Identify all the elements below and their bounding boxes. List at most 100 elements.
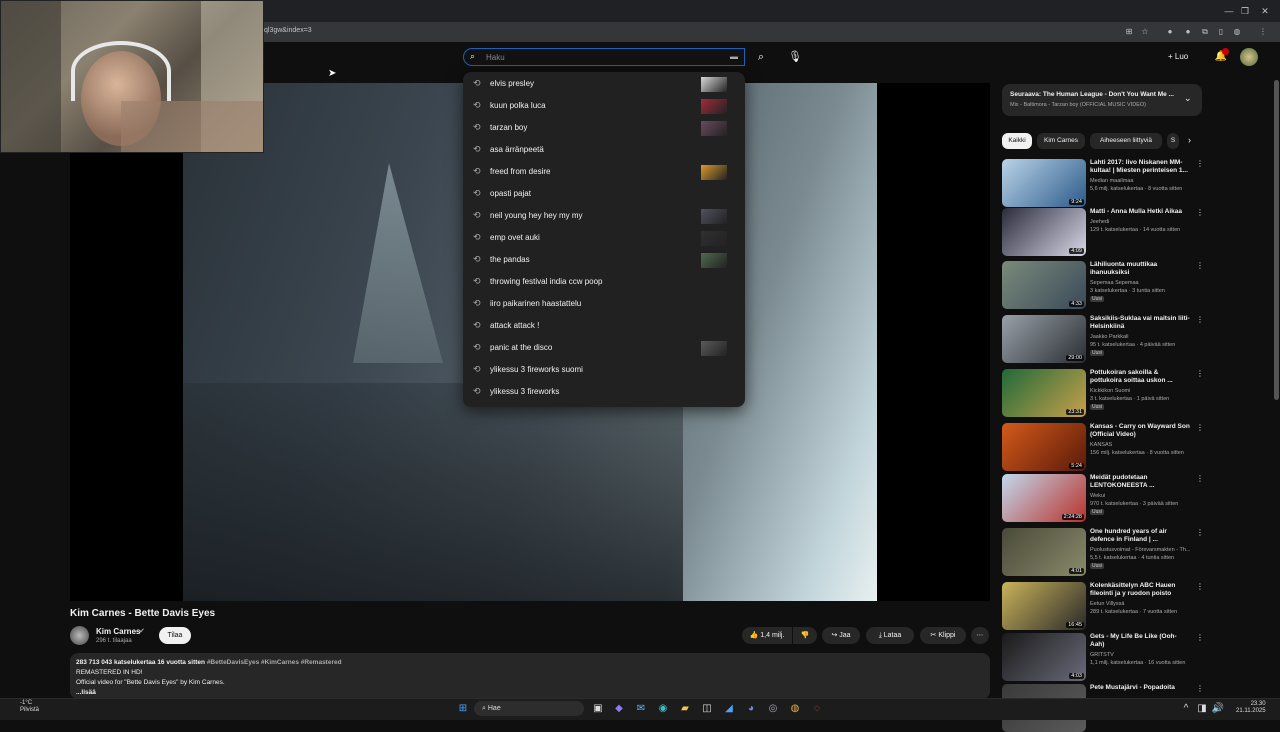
recommendation-channel[interactable]: Jeehedi — [1090, 218, 1200, 226]
download-button[interactable]: ⤓ Lataa — [866, 627, 914, 644]
search-suggestion-item[interactable]: ⟲ asa ärränpeetä — [463, 139, 745, 161]
dislike-button[interactable]: 👎 — [793, 627, 817, 644]
scrollbar-thumb[interactable] — [1274, 80, 1279, 400]
recommendation-title[interactable]: Gets - My Life Be Like (Ooh-Aah) — [1090, 633, 1190, 649]
system-clock[interactable]: 23.30 21.11.2025 — [1236, 701, 1266, 715]
search-input[interactable] — [486, 51, 726, 64]
subscribe-button[interactable]: Tilaa — [159, 627, 191, 644]
voice-search-icon[interactable]: 🎙 — [782, 48, 808, 66]
search-suggestion-item[interactable]: ⟲ throwing festival india ccw poop — [463, 271, 745, 293]
create-button[interactable]: + Luo — [1168, 49, 1204, 65]
recommendation-item[interactable]: Pete Mustajärvi - Popadoita ⋮ — [1002, 684, 1204, 732]
recommendation-thumbnail[interactable]: 16:45 — [1002, 582, 1086, 630]
more-options-icon[interactable]: ⋮ — [1196, 582, 1204, 591]
recommendation-channel[interactable]: Kickkikon Suomi — [1090, 387, 1200, 395]
maximize-icon[interactable]: ❐ — [1238, 4, 1252, 18]
search-suggestion-item[interactable]: ⟲ emp ovet auki — [463, 227, 745, 249]
obs-icon[interactable]: ◌ — [809, 701, 825, 717]
search-button[interactable]: ⌕ — [748, 48, 774, 66]
recommendation-title[interactable]: Kansas - Carry on Wayward Son (Official … — [1090, 423, 1190, 439]
recommendation-channel[interactable]: KANSAS — [1090, 441, 1200, 449]
search-suggestion-item[interactable]: ⟲ attack attack ! — [463, 315, 745, 337]
more-options-icon[interactable]: ⋮ — [1196, 315, 1204, 324]
recommendation-thumbnail[interactable]: 2:24:28 — [1002, 474, 1086, 522]
search-suggestion-item[interactable]: ⟲ freed from desire — [463, 161, 745, 183]
suggestion-thumbnail[interactable] — [701, 253, 727, 268]
recommendation-item[interactable]: 5:24 Kansas - Carry on Wayward Son (Offic… — [1002, 423, 1204, 471]
search-suggestion-item[interactable]: ⟲ ylikessu 3 fireworks — [463, 381, 745, 403]
suggestion-thumbnail[interactable] — [701, 121, 727, 136]
search-suggestion-item[interactable]: ⟲ the pandas — [463, 249, 745, 271]
recommendation-title[interactable]: Pete Mustajärvi - Popadoita — [1090, 684, 1190, 692]
recommendation-item[interactable]: 29:00 Saksikiis-Suklaa vai maitsin liiti-… — [1002, 315, 1204, 363]
suggestion-thumbnail[interactable] — [701, 231, 727, 246]
recommendation-thumbnail[interactable]: 4:03 — [1002, 633, 1086, 681]
steam-icon[interactable]: ◎ — [765, 701, 781, 717]
store-icon[interactable]: ◫ — [699, 701, 715, 717]
channel-name[interactable]: Kim Carnes — [96, 627, 140, 636]
recommendation-thumbnail[interactable]: 23:31 — [1002, 369, 1086, 417]
search-suggestion-item[interactable]: ⟲ neil young hey hey my my — [463, 205, 745, 227]
recommendation-channel[interactable]: GRITSTV — [1090, 651, 1200, 659]
chip-more[interactable]: S — [1167, 133, 1179, 149]
recommendation-title[interactable]: Meidät pudotetaan LENTOKONEESTA ... — [1090, 474, 1190, 490]
more-options-icon[interactable]: ⋮ — [1196, 208, 1204, 217]
search-suggestion-item[interactable]: ⟲ kuun polka luca — [463, 95, 745, 117]
edge-icon[interactable]: ◉ — [655, 701, 671, 717]
suggestion-thumbnail[interactable] — [701, 77, 727, 92]
recommendation-title[interactable]: Saksikiis-Suklaa vai maitsin liiti-Helsi… — [1090, 315, 1190, 331]
tray-chevron-icon[interactable]: ^ — [1178, 701, 1194, 717]
more-actions-button[interactable]: ⋯ — [971, 627, 989, 644]
search-suggestion-item[interactable]: ⟲ iiro paikarinen haastattelu — [463, 293, 745, 315]
windows-start-icon[interactable]: ⊞ — [455, 701, 471, 717]
recommendation-item[interactable]: 2:24:28 Meidät pudotetaan LENTOKONEESTA .… — [1002, 474, 1204, 522]
discord-icon[interactable]: ◕ — [743, 701, 759, 717]
recommendation-channel[interactable]: Jaakko Parkkali — [1090, 333, 1200, 341]
extension-red-icon[interactable]: ● — [1181, 25, 1195, 39]
chevron-down-icon[interactable]: ⌄ — [1184, 93, 1192, 104]
more-options-icon[interactable]: ⋮ — [1196, 633, 1204, 642]
recommendation-item[interactable]: 23:31 Pottukoiran sakoilla & pottukoira s… — [1002, 369, 1204, 417]
more-options-icon[interactable]: ⋮ — [1196, 423, 1204, 432]
recommendation-item[interactable]: 9:24 Lahti 2017: Iivo Niskanen MM-kultaa!… — [1002, 159, 1204, 207]
mail-icon[interactable]: ✉ — [633, 701, 649, 717]
description-box[interactable]: 283 713 043 katselukertaa 16 vuotta sitt… — [70, 653, 990, 699]
recommendation-thumbnail[interactable]: 29:00 — [1002, 315, 1086, 363]
recommendation-channel[interactable]: Sepemaa Sepemaa — [1090, 279, 1200, 287]
upnext-mix-panel[interactable]: Seuraava: The Human League - Don't You W… — [1002, 84, 1202, 116]
recommendation-channel[interactable]: Eetun Villyssä — [1090, 600, 1200, 608]
chrome-icon[interactable]: ◍ — [787, 701, 803, 717]
keyboard-icon[interactable]: ▬ — [730, 52, 738, 61]
close-icon[interactable]: ✕ — [1258, 4, 1272, 18]
extension-icon[interactable]: ● — [1163, 25, 1177, 39]
browser-menu-icon[interactable]: ⋮ — [1256, 25, 1270, 39]
url-text[interactable]: ql3gw&index=3 — [264, 27, 312, 34]
channel-avatar[interactable] — [70, 626, 89, 645]
search-suggestion-item[interactable]: ⟲ ylikessu 3 fireworks suomi — [463, 359, 745, 381]
profile-icon[interactable]: ◍ — [1230, 25, 1244, 39]
search-box[interactable]: ⌕ ▬ — [463, 48, 745, 66]
extensions-puzzle-icon[interactable]: ⧉ — [1198, 25, 1212, 39]
taskbar-search[interactable]: ⌕ Hae — [474, 701, 584, 716]
network-icon[interactable]: ◨ — [1194, 701, 1210, 717]
teams-icon[interactable]: ◆ — [611, 701, 627, 717]
install-app-icon[interactable]: ⊞ — [1122, 25, 1136, 39]
recommendation-channel[interactable]: Wekui — [1090, 492, 1200, 500]
clip-button[interactable]: ✂ Klippi — [920, 627, 966, 644]
recommendation-thumbnail[interactable]: 4:09 — [1002, 208, 1086, 256]
file-explorer-icon[interactable]: ▰ — [677, 701, 693, 717]
recommendation-thumbnail[interactable]: 5:24 — [1002, 423, 1086, 471]
recommendation-item[interactable]: 4:09 Matti - Anna Mulla Hetki Aikaa Jeehed… — [1002, 208, 1204, 256]
chip-related[interactable]: Aiheeseen liittyviä — [1090, 133, 1162, 149]
more-options-icon[interactable]: ⋮ — [1196, 528, 1204, 537]
more-options-icon[interactable]: ⋮ — [1196, 261, 1204, 270]
more-options-icon[interactable]: ⋮ — [1196, 369, 1204, 378]
recommendation-thumbnail[interactable]: 4:01 — [1002, 528, 1086, 576]
show-more-link[interactable]: ...lisää — [76, 689, 96, 696]
recommendation-title[interactable]: Pottukoiran sakoilla & pottukoira soitta… — [1090, 369, 1190, 385]
more-options-icon[interactable]: ⋮ — [1196, 684, 1204, 693]
minimize-icon[interactable]: — — [1222, 4, 1236, 18]
suggestion-thumbnail[interactable] — [701, 165, 727, 180]
chip-kim-carnes[interactable]: Kim Carnes — [1037, 133, 1085, 149]
recommendation-item[interactable]: 16:45 Kolenkäsittelyn ABC Hauen fileointi… — [1002, 582, 1204, 630]
